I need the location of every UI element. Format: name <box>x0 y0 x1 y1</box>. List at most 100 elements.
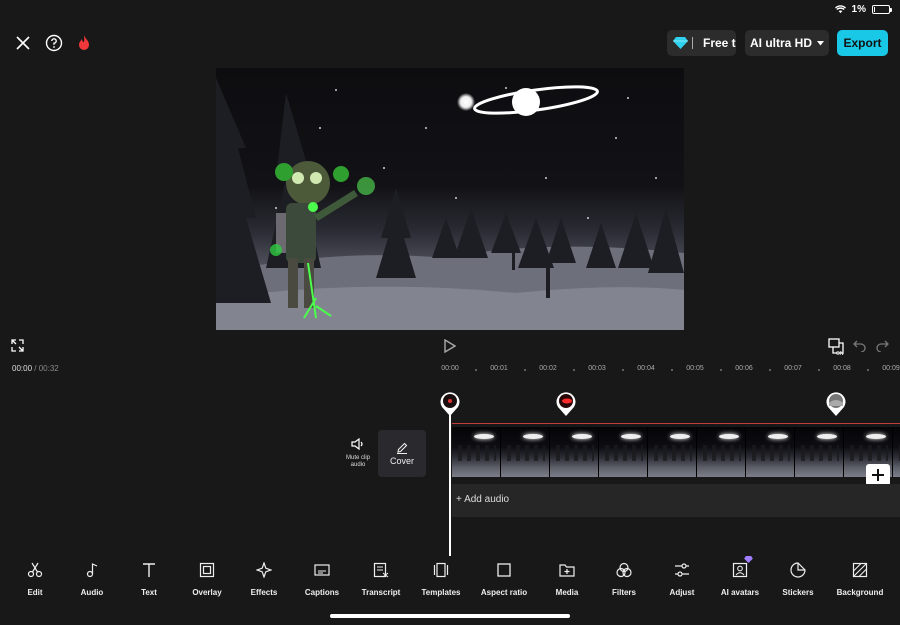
plus-icon <box>872 469 884 481</box>
ruler-tick-label: 00:05 <box>686 365 704 372</box>
clip-thumbnail <box>795 427 844 477</box>
cover-label: Cover <box>389 455 414 466</box>
ruler-tick-label: 00:04 <box>637 365 655 372</box>
battery-percent: 1% <box>851 3 866 15</box>
music-note-icon <box>86 563 98 578</box>
video-preview[interactable] <box>216 68 684 330</box>
redo-icon[interactable] <box>876 339 889 357</box>
templates-icon <box>433 562 449 578</box>
free-trial-button[interactable]: Free t <box>667 30 736 56</box>
overlay-icon <box>199 562 215 578</box>
tool-icon-wrap <box>141 562 157 583</box>
video-clip-track[interactable] <box>452 427 900 477</box>
premium-diamond-icon <box>744 556 753 563</box>
ruler-tick-label: 00:07 <box>784 365 802 372</box>
caret-down-icon <box>817 40 824 45</box>
clip-thumbnail <box>550 427 599 477</box>
ruler-dot <box>572 369 575 371</box>
close-icon[interactable] <box>12 32 34 54</box>
ruler-dot <box>768 369 771 371</box>
mute-clip-audio-label: Mute clip audio <box>345 455 370 468</box>
tool-background[interactable]: Background <box>825 562 895 597</box>
bottom-toolbar: Edit Audio Text Overlay Effects Captions Trans… <box>0 556 900 598</box>
tool-label: Stickers <box>782 588 814 597</box>
ruler-dot <box>670 369 673 371</box>
play-icon[interactable] <box>444 338 457 358</box>
svg-text:ON: ON <box>836 351 844 356</box>
top-bar: Free t AI ultra HD Export <box>0 28 900 58</box>
ruler-dot <box>866 369 869 371</box>
cover-button[interactable]: Cover <box>378 430 426 477</box>
tool-label: AI avatars <box>720 588 760 597</box>
home-indicator <box>330 614 570 618</box>
tool-icon-wrap <box>255 561 273 583</box>
sliders-icon <box>675 563 689 577</box>
playhead[interactable] <box>449 410 451 556</box>
tool-label: Effects <box>250 588 278 597</box>
clip-thumbnail <box>599 427 648 477</box>
sparkle-icon <box>255 561 273 579</box>
timeline-ruler[interactable]: 00:00 00:01 00:02 00:03 00:04 00:05 00:06 00:07… <box>430 362 900 376</box>
tool-label: Templates <box>421 588 461 597</box>
tool-icon-wrap <box>433 562 449 583</box>
clip-thumbnail <box>893 427 900 477</box>
fire-icon[interactable] <box>73 32 95 54</box>
audio-track[interactable] <box>452 484 900 517</box>
tool-stickers[interactable]: Stickers <box>763 562 833 597</box>
tool-icon-wrap <box>852 562 868 583</box>
tool-icon-wrap <box>496 562 512 583</box>
clip-thumbnail <box>452 427 501 477</box>
speaker-icon <box>351 438 363 450</box>
ruler-tick-label: 00:01 <box>490 365 508 372</box>
tool-label: Filters <box>611 588 636 597</box>
tool-label: Background <box>836 588 884 597</box>
avatar-icon <box>732 562 748 578</box>
ruler-dot <box>817 369 820 371</box>
quality-dropdown[interactable]: AI ultra HD <box>745 30 829 56</box>
tool-icon-wrap <box>314 562 330 583</box>
tool-icon-wrap <box>373 562 389 583</box>
text-icon <box>143 563 155 577</box>
tool-label: Media <box>555 588 579 597</box>
help-icon[interactable] <box>43 32 65 54</box>
pencil-icon <box>397 442 408 454</box>
add-audio-button[interactable]: + Add audio <box>456 494 509 505</box>
diamond-icon <box>673 37 688 49</box>
mute-clip-audio-button[interactable]: Mute clip audio <box>340 438 376 469</box>
current-time: 00:00 <box>12 364 33 373</box>
fullscreen-icon[interactable] <box>11 339 24 357</box>
undo-icon[interactable] <box>853 339 866 357</box>
tool-label: Edit <box>27 588 43 597</box>
background-icon <box>852 562 868 578</box>
keyframe-marker[interactable] <box>825 391 847 417</box>
ruler-tick-label: 00:08 <box>833 365 851 372</box>
ruler-dot <box>474 369 477 371</box>
clip-thumbnail <box>697 427 746 477</box>
tool-icon-wrap <box>27 562 43 583</box>
tool-aspect-ratio[interactable]: Aspect ratio <box>469 562 539 597</box>
tool-icon-wrap <box>616 562 632 583</box>
add-clip-button[interactable] <box>866 464 890 486</box>
ruler-dot <box>719 369 722 371</box>
ruler-tick-label: 00:09 <box>882 365 900 372</box>
keyframe-marker[interactable] <box>555 391 577 417</box>
playback-bar: ON <box>0 334 900 358</box>
keyframe-toggle-icon[interactable]: ON <box>828 338 846 361</box>
tool-label: Audio <box>80 588 104 597</box>
clip-thumbnail <box>648 427 697 477</box>
tool-templates[interactable]: Templates <box>406 562 476 597</box>
sticker-icon <box>790 562 806 578</box>
time-separator: / <box>34 364 37 373</box>
free-trial-label: Free t <box>703 36 736 50</box>
wifi-icon <box>834 4 846 13</box>
export-button[interactable]: Export <box>837 30 888 56</box>
tool-icon-wrap <box>559 562 575 583</box>
preview-frame <box>216 78 684 330</box>
total-duration: 00:32 <box>38 364 59 373</box>
transcript-icon <box>373 562 389 578</box>
aspect-ratio-icon <box>497 563 511 577</box>
clip-thumbnail <box>746 427 795 477</box>
tool-icon-wrap <box>84 562 100 583</box>
ruler-tick-label: 00:06 <box>735 365 753 372</box>
filters-icon <box>616 562 632 578</box>
